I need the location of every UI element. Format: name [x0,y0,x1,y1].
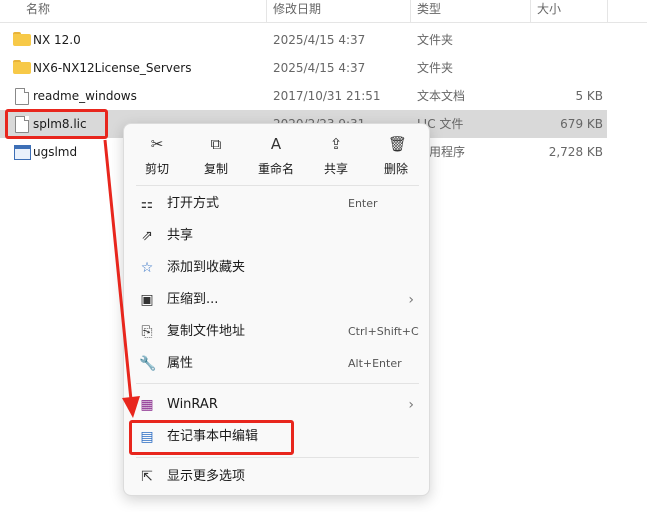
red-arrow [103,139,140,418]
